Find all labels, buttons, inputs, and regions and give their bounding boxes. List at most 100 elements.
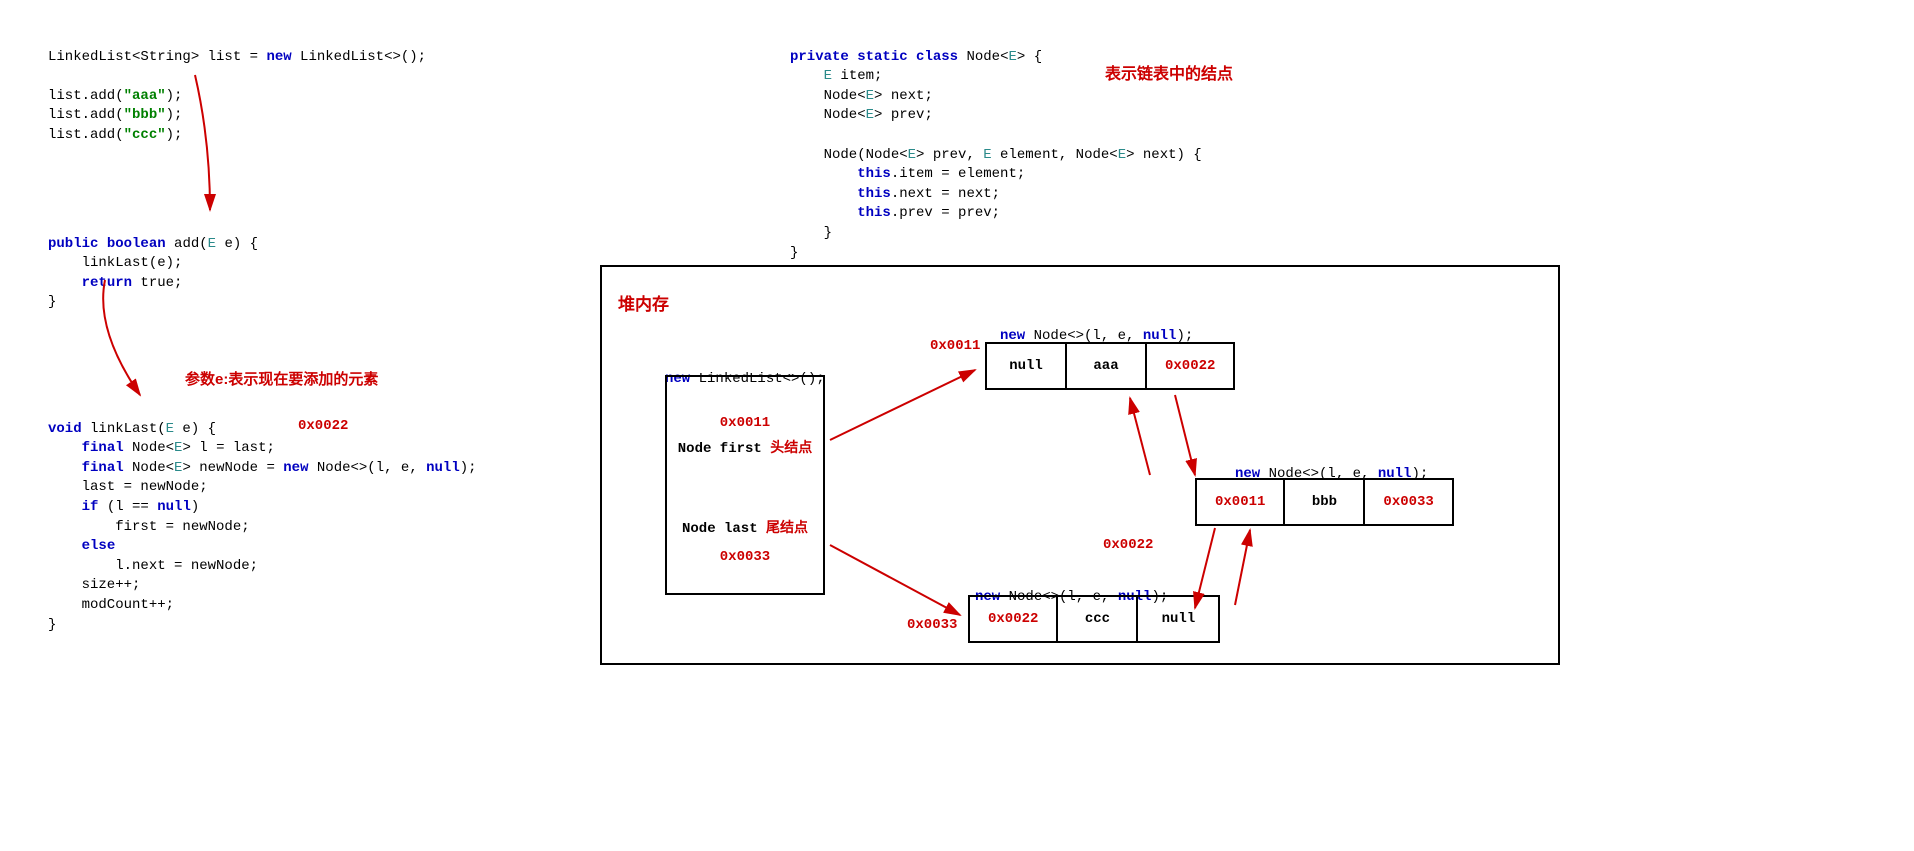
code-text: add(: [166, 236, 208, 252]
code-text: LinkedList<>();: [292, 49, 426, 65]
code-text: LinkedList<String> list =: [48, 49, 266, 65]
code-block-linklast: void linkLast(E e) { final Node<E> l = l…: [48, 400, 477, 635]
keyword: else: [82, 538, 116, 554]
code-text: e) {: [174, 421, 216, 437]
label-new-node1: new Node<>(l, e, null);: [1000, 307, 1193, 346]
code-text: >: [874, 88, 891, 104]
label-first: Node first: [678, 441, 762, 457]
heap-title: 堆内存: [618, 290, 669, 315]
node3-next: null: [1138, 597, 1218, 641]
keyword: final: [82, 440, 124, 456]
ann-head: 头结点: [770, 439, 812, 455]
code-text: );: [460, 460, 477, 476]
code-text: );: [166, 88, 183, 104]
string-literal: "bbb": [124, 107, 166, 123]
code-text: list.add(: [48, 88, 124, 104]
code-text: >: [182, 440, 199, 456]
keyword: static: [857, 49, 907, 65]
keyword: this: [857, 205, 891, 221]
code-text: Node(Node<: [790, 147, 908, 163]
keyword: this: [857, 186, 891, 202]
code-text: > prev,: [916, 147, 983, 163]
code-text: .next = next;: [891, 186, 1000, 202]
node2-next: 0x0033: [1365, 480, 1451, 524]
code-text: }: [48, 617, 56, 633]
keyword: public: [48, 236, 98, 252]
generic: E: [866, 107, 874, 123]
code-text: }: [790, 245, 798, 261]
code-text: item;: [832, 68, 882, 84]
generic: E: [866, 88, 874, 104]
generic: E: [1118, 147, 1126, 163]
node3-prev: 0x0022: [970, 597, 1058, 641]
code-text: true;: [132, 275, 182, 291]
code-text: l.next = newNode;: [48, 558, 258, 574]
code-text: );: [166, 107, 183, 123]
generic: E: [983, 147, 991, 163]
code-text: linkLast(e);: [48, 255, 182, 271]
keyword: final: [82, 460, 124, 476]
code-text: list.add(: [48, 107, 124, 123]
code-block-add: public boolean add(E e) { linkLast(e); r…: [48, 215, 258, 313]
generic: E: [908, 147, 916, 163]
addr-last: 0x0033: [677, 549, 813, 565]
code-text: element, Node<: [992, 147, 1118, 163]
node1-item: aaa: [1067, 344, 1147, 388]
generic: E: [166, 421, 174, 437]
keyword: boolean: [107, 236, 166, 252]
code-block-init: LinkedList<String> list = new LinkedList…: [48, 28, 426, 146]
code-text: next;: [891, 88, 933, 104]
string-literal: "aaa": [124, 88, 166, 104]
keyword: null: [426, 460, 460, 476]
keyword: new: [283, 460, 308, 476]
code-text: (l ==: [98, 499, 157, 515]
node3-addr: 0x0033: [907, 617, 957, 633]
node1-prev: null: [987, 344, 1067, 388]
code-text: >: [874, 107, 891, 123]
keyword: private: [790, 49, 849, 65]
code-text: e) {: [216, 236, 258, 252]
code-text: Node<: [790, 88, 866, 104]
keyword: return: [82, 275, 132, 291]
node1-next: 0x0022: [1147, 344, 1233, 388]
code-text: );: [166, 127, 183, 143]
keyword: null: [157, 499, 191, 515]
code-text: modCount++;: [48, 597, 174, 613]
node1-box: null aaa 0x0022: [985, 342, 1235, 390]
generic: E: [208, 236, 216, 252]
node2-item: bbb: [1285, 480, 1365, 524]
keyword: this: [857, 166, 891, 182]
code-text: ): [191, 499, 199, 515]
keyword: if: [82, 499, 99, 515]
code-text: > {: [1017, 49, 1042, 65]
node2-addr: 0x0022: [1103, 537, 1153, 553]
keyword-new: new: [266, 49, 291, 65]
code-text: Node<>(l, e,: [309, 460, 427, 476]
code-text: .prev = prev;: [891, 205, 1000, 221]
code-text: .item = element;: [891, 166, 1025, 182]
ann-tail: 尾结点: [766, 519, 808, 535]
annotation-param: 参数e:表示现在要添加的元素: [185, 368, 378, 389]
label-last: Node last: [682, 521, 758, 537]
addr-first: 0x0011: [677, 415, 813, 431]
code-text: size++;: [48, 577, 140, 593]
code-text: >: [182, 460, 199, 476]
keyword: class: [916, 49, 958, 65]
code-text: }: [790, 225, 832, 241]
annotation-node-class: 表示链表中的结点: [1105, 60, 1233, 84]
code-text: linkLast(: [82, 421, 166, 437]
code-text: list.add(: [48, 127, 124, 143]
code-text: }: [48, 294, 56, 310]
generic: E: [1008, 49, 1016, 65]
code-text: prev;: [891, 107, 933, 123]
code-text: newNode =: [199, 460, 283, 476]
node3-box: 0x0022 ccc null: [968, 595, 1220, 643]
node2-prev: 0x0011: [1197, 480, 1285, 524]
code-text: Node<: [790, 107, 866, 123]
node1-addr: 0x0011: [930, 338, 980, 354]
node3-item: ccc: [1058, 597, 1138, 641]
code-text: first = newNode;: [48, 519, 250, 535]
string-literal: "ccc": [124, 127, 166, 143]
linkedlist-box: 0x0011 Node first 头结点 Node last 尾结点 0x00…: [665, 375, 825, 595]
code-text: > next) {: [1126, 147, 1202, 163]
